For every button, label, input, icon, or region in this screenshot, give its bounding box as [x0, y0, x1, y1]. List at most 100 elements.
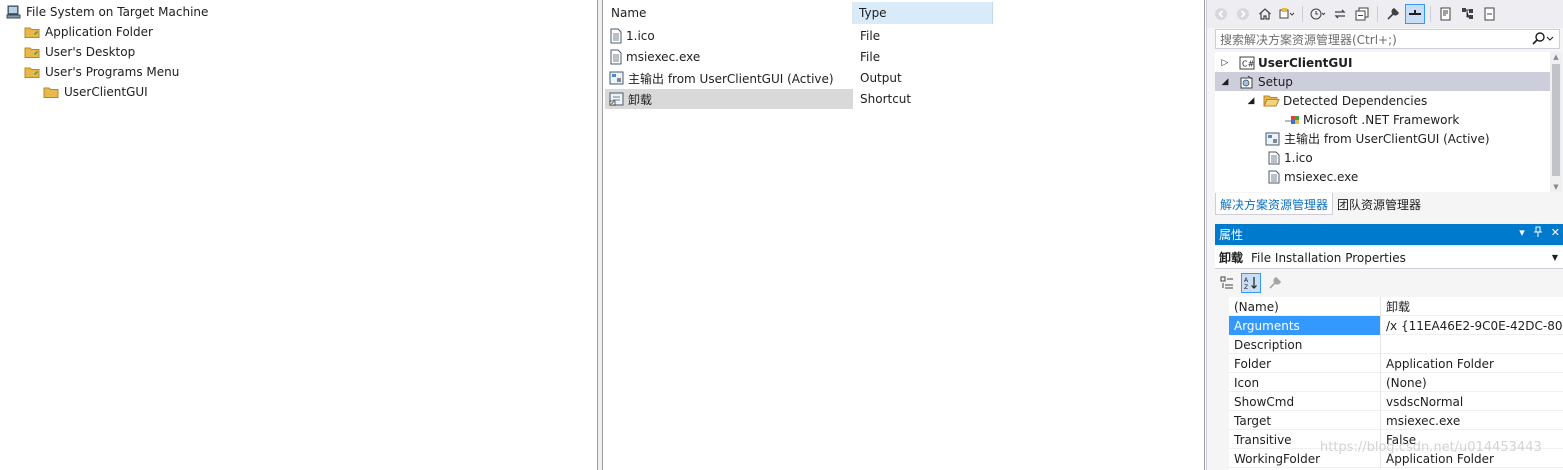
property-row[interactable]: (Name) 卸载: [1229, 297, 1563, 316]
tree-item-userclientgui[interactable]: UserClientGUI: [43, 82, 148, 102]
property-row[interactable]: Icon (None): [1229, 373, 1563, 392]
property-value[interactable]: [1381, 335, 1563, 354]
folder-icon: [43, 84, 60, 100]
property-row[interactable]: Target msiexec.exe: [1229, 411, 1563, 430]
property-pages-wrench-icon[interactable]: [1265, 273, 1285, 293]
file-system-tree-panel: File System on Target Machine Applicatio…: [0, 0, 598, 470]
properties-wrench-icon[interactable]: [1383, 4, 1403, 24]
svg-text:A: A: [1244, 277, 1249, 284]
property-key: Arguments: [1229, 316, 1381, 335]
selected-object-name: 卸载: [1219, 251, 1244, 265]
shortcut-icon: [609, 91, 625, 107]
tree-item-users-programs-menu[interactable]: User's Programs Menu: [24, 62, 179, 82]
property-key: ShowCmd: [1229, 392, 1381, 411]
svg-text:C#: C#: [1242, 59, 1255, 68]
scroll-down-arrow-icon[interactable]: ▼: [1550, 182, 1562, 192]
folder-special-icon: [24, 24, 41, 40]
preview-selected-icon[interactable]: [1405, 4, 1425, 24]
search-icon[interactable]: [1531, 31, 1555, 47]
se-node-primary-output[interactable]: 主输出 from UserClientGUI (Active): [1265, 129, 1490, 148]
se-node-dotnet-framework[interactable]: Microsoft .NET Framework: [1284, 110, 1459, 129]
add-item-icon[interactable]: [1480, 4, 1500, 24]
categorized-icon[interactable]: [1217, 273, 1237, 293]
tab-team-explorer[interactable]: 团队资源管理器: [1333, 193, 1425, 215]
column-header-name[interactable]: Name: [605, 2, 853, 24]
expand-arrow-icon[interactable]: ▷: [1219, 58, 1231, 68]
property-value[interactable]: Application Folder: [1381, 354, 1563, 373]
sync-icon[interactable]: [1330, 4, 1350, 24]
se-node-label: 1.ico: [1284, 150, 1313, 165]
se-node-setup-selected[interactable]: ◢ Setup: [1215, 72, 1550, 91]
solution-explorer-scrollbar[interactable]: ▲ ▼: [1550, 52, 1562, 192]
toolbar-separator: [1430, 6, 1431, 22]
property-row[interactable]: Description: [1229, 335, 1563, 354]
toolbar-separator: [1302, 6, 1303, 22]
list-item[interactable]: 1.ico: [605, 26, 853, 46]
pending-changes-filter-icon[interactable]: [1308, 4, 1328, 24]
tree-item-application-folder[interactable]: Application Folder: [24, 22, 153, 42]
list-item[interactable]: msiexec.exe: [605, 47, 853, 67]
class-view-icon[interactable]: [1458, 4, 1478, 24]
properties-object-selector[interactable]: 卸载 File Installation Properties ▼: [1215, 247, 1563, 269]
tree-item-users-desktop[interactable]: User's Desktop: [24, 42, 135, 62]
list-item-type: Output: [860, 71, 902, 85]
window-menu-dropdown-icon[interactable]: ▾: [1519, 226, 1525, 239]
se-node-msiexec-file[interactable]: msiexec.exe: [1267, 167, 1358, 186]
list-item-type: Shortcut: [860, 92, 912, 106]
tab-solution-explorer[interactable]: 解决方案资源管理器: [1215, 193, 1334, 215]
home-icon[interactable]: [1255, 4, 1275, 24]
list-item-name: msiexec.exe: [626, 50, 701, 64]
collapse-arrow-icon[interactable]: ◢: [1219, 77, 1231, 87]
solution-explorer-search-input[interactable]: 搜索解决方案资源管理器(Ctrl+;): [1215, 29, 1560, 49]
forward-icon[interactable]: [1233, 4, 1253, 24]
property-value[interactable]: msiexec.exe: [1381, 411, 1563, 430]
se-node-ico-file[interactable]: 1.ico: [1267, 148, 1313, 167]
property-row[interactable]: Folder Application Folder: [1229, 354, 1563, 373]
tree-root-label: File System on Target Machine: [26, 5, 209, 19]
column-header-type[interactable]: Type: [853, 2, 993, 24]
property-row-selected[interactable]: Arguments /x {11EA46E2-9C0E-42DC-805I: [1229, 316, 1563, 335]
folder-special-icon: [24, 44, 41, 60]
se-node-label: 主输出 from UserClientGUI (Active): [1284, 132, 1490, 146]
se-node-label: Microsoft .NET Framework: [1303, 112, 1460, 127]
property-value[interactable]: vsdscNormal: [1381, 392, 1563, 411]
folder-open-icon: [1263, 94, 1280, 108]
file-search-icon[interactable]: [1436, 4, 1456, 24]
collapse-all-icon[interactable]: [1352, 4, 1372, 24]
scroll-up-arrow-icon[interactable]: ▲: [1550, 52, 1562, 62]
property-value[interactable]: (None): [1381, 373, 1563, 392]
dependency-icon: [1284, 113, 1300, 127]
property-key: Icon: [1229, 373, 1381, 392]
setup-project-icon: [1239, 75, 1255, 89]
pin-icon[interactable]: [1533, 226, 1543, 239]
list-item[interactable]: 主输出 from UserClientGUI (Active): [605, 68, 853, 88]
alphabetical-sort-icon[interactable]: AZ: [1241, 273, 1261, 293]
close-icon[interactable]: ✕: [1551, 226, 1560, 239]
tree-root-file-system[interactable]: File System on Target Machine: [6, 2, 208, 22]
property-value[interactable]: /x {11EA46E2-9C0E-42DC-805I: [1381, 316, 1563, 335]
property-row[interactable]: ShowCmd vsdscNormal: [1229, 392, 1563, 411]
list-item-selected[interactable]: 卸载: [605, 89, 853, 109]
file-icon: [1267, 151, 1281, 165]
se-node-label: Setup: [1258, 74, 1293, 89]
property-value[interactable]: 卸载: [1381, 297, 1563, 316]
se-node-detected-dependencies[interactable]: ◢ Detected Dependencies: [1245, 91, 1428, 110]
switch-views-icon[interactable]: [1277, 4, 1297, 24]
property-key: (Name): [1229, 297, 1381, 316]
file-icon: [609, 49, 623, 65]
search-placeholder: 搜索解决方案资源管理器(Ctrl+;): [1220, 32, 1397, 47]
se-node-userclientgui[interactable]: ▷ C# UserClientGUI: [1219, 53, 1353, 72]
property-key: Target: [1229, 411, 1381, 430]
se-node-label: msiexec.exe: [1284, 169, 1359, 184]
back-icon[interactable]: [1211, 4, 1231, 24]
solution-explorer-tabs: 解决方案资源管理器 团队资源管理器: [1215, 193, 1425, 215]
chevron-down-icon[interactable]: ▼: [1552, 253, 1558, 262]
collapse-arrow-icon[interactable]: ◢: [1245, 96, 1257, 106]
properties-title: 属性: [1219, 228, 1244, 242]
toolbar-separator: [1377, 6, 1378, 22]
tree-item-label: UserClientGUI: [64, 85, 148, 99]
scrollbar-thumb[interactable]: [1552, 64, 1560, 176]
file-icon: [609, 28, 623, 44]
project-output-icon: [1265, 132, 1281, 146]
csharp-project-icon: C#: [1239, 56, 1255, 70]
